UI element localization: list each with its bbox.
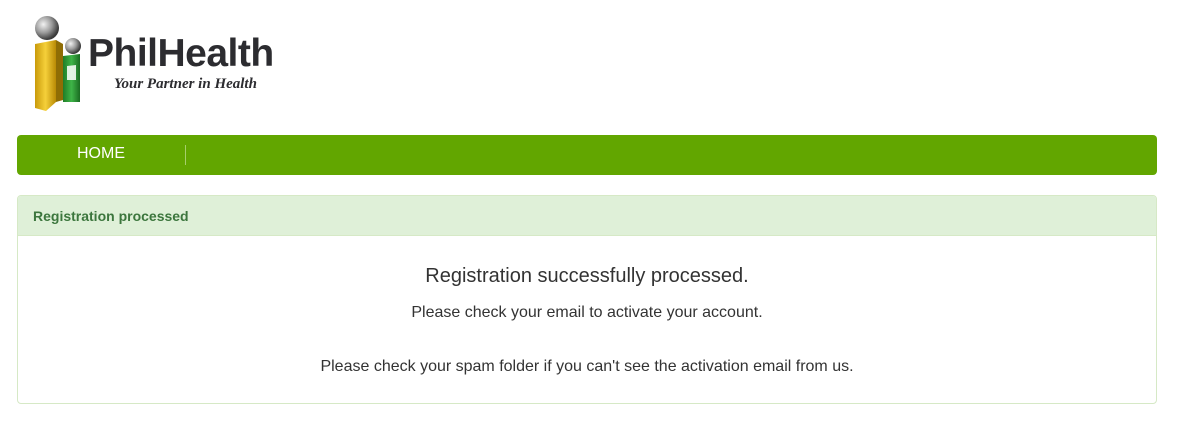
email-instruction-text: Please check your email to activate your… — [411, 304, 763, 321]
philhealth-emblem-icon — [35, 16, 81, 111]
panel-heading: Registration processed — [18, 196, 1156, 236]
logo-tagline: Your Partner in Health — [114, 76, 257, 92]
panel-body: Registration successfully processed. Ple… — [18, 236, 1156, 376]
success-message-title: Registration successfully processed. — [425, 265, 749, 287]
nav-divider — [185, 145, 186, 165]
spam-instruction-text: Please check your spam folder if you can… — [320, 358, 854, 375]
nav-home-link[interactable]: HOME — [77, 135, 125, 175]
logo-wordmark: PhilHealth — [88, 32, 274, 75]
registration-panel: Registration processed Registration succ… — [17, 195, 1157, 404]
philhealth-logo: PhilHealth Your Partner in Health — [30, 14, 310, 114]
main-navbar: HOME — [17, 135, 1157, 175]
